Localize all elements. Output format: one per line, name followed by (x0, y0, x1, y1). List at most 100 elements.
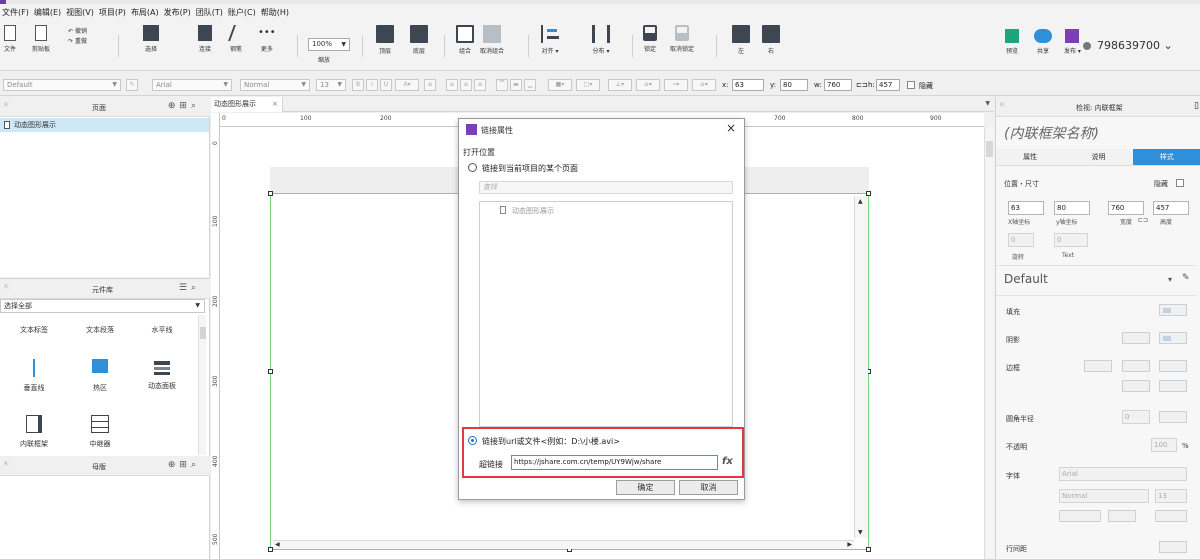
undo-button[interactable]: ↶ 撤销 (68, 27, 87, 37)
align-center-text-button[interactable]: ≡ (460, 79, 472, 91)
collapse-icon[interactable]: ⇱ (4, 284, 9, 291)
scroll-left-icon[interactable]: ◀ (275, 541, 280, 548)
scroll-up-icon[interactable]: ▲ (858, 198, 863, 205)
collapse-icon[interactable]: ⇱ (4, 461, 9, 468)
hidden-checkbox[interactable] (907, 81, 915, 89)
font-family-select[interactable]: Arial ▼ (152, 79, 232, 91)
library-scrollbar[interactable] (198, 315, 206, 455)
more-tools[interactable]: ••• 更多 (258, 25, 276, 53)
text-highlight-button[interactable] (1155, 510, 1187, 522)
cancel-button[interactable]: 取消 (679, 480, 738, 495)
style-select[interactable]: Default ▼ (3, 79, 121, 91)
fill-color-button[interactable] (1159, 304, 1187, 316)
edit-style-icon[interactable]: ✎ (1182, 273, 1190, 283)
w-input[interactable]: 760 (824, 79, 852, 91)
search-icon[interactable]: ⌕ (191, 283, 200, 293)
font-family-select[interactable]: Arial (1059, 467, 1187, 481)
align-right-page-button[interactable]: 右 (762, 25, 780, 55)
resize-handle[interactable] (268, 369, 273, 374)
canvas-scrollbar[interactable] (984, 127, 994, 559)
menu-project[interactable]: 项目(P) (99, 7, 126, 18)
menu-edit[interactable]: 编辑(E) (34, 7, 61, 18)
collapse-icon[interactable]: ⇱ (4, 102, 9, 109)
menu-icon[interactable]: ☰ (179, 283, 191, 293)
ok-button[interactable]: 确定 (616, 480, 675, 495)
unlock-button[interactable]: 取消锁定 (670, 25, 694, 53)
add-master-icon[interactable]: ⊕ (168, 460, 180, 470)
font-weight-select[interactable]: Normal (1059, 489, 1149, 503)
align-button[interactable]: 对齐 ▾ (541, 25, 559, 55)
widget-hotspot[interactable]: 热区 (70, 359, 130, 393)
lock-ratio-icon[interactable]: ⊏⊐ (856, 81, 868, 89)
resize-handle[interactable] (268, 191, 273, 196)
outer-shadow-button[interactable] (1122, 332, 1150, 344)
align-right-text-button[interactable]: ≡ (474, 79, 486, 91)
corner-style-button[interactable] (1159, 411, 1187, 423)
arrow-style-button[interactable]: ≡▾ (692, 79, 716, 91)
fx-button[interactable]: fx (722, 456, 733, 467)
widget-vertical-line[interactable]: 垂直线 (4, 359, 64, 393)
widget-horizontal-line[interactable]: 水平线 (132, 325, 192, 335)
bold-button[interactable]: B (352, 79, 364, 91)
valign-middle-button[interactable]: ▬ (510, 79, 522, 91)
valign-bottom-button[interactable]: ▁ (524, 79, 536, 91)
page-search-input[interactable]: 查找 (479, 181, 733, 194)
clipboard-button[interactable]: 剪贴板 (32, 25, 50, 53)
border-sides-button[interactable] (1122, 380, 1150, 392)
menu-help[interactable]: 帮助(H) (261, 7, 289, 18)
widget-dynamic-panel[interactable]: 动态面板 (132, 359, 192, 391)
format-painter-icon[interactable]: ✎ (126, 79, 138, 91)
x-input[interactable]: 63 (1008, 201, 1044, 215)
rotation-input[interactable]: 0 (1008, 233, 1034, 247)
corner-radius-input[interactable]: 0 (1122, 410, 1150, 424)
menu-file[interactable]: 文件(F) (2, 7, 29, 18)
h-input[interactable]: 457 (876, 79, 900, 91)
align-left-page-button[interactable]: 左 (732, 25, 750, 55)
font-weight-select[interactable]: Normal ▼ (240, 79, 310, 91)
bullet-button[interactable]: ≡ (424, 79, 436, 91)
line-color-button[interactable]: ∠▾ (608, 79, 632, 91)
menu-publish[interactable]: 发布(P) (164, 7, 191, 18)
preview-button[interactable]: 预览 (1005, 29, 1019, 55)
tab-dynamic-graphics[interactable]: 动态图形展示 × (211, 97, 283, 112)
lock-ratio-icon[interactable]: ⊏⊐ (1138, 217, 1148, 224)
arrow-style-button[interactable] (1159, 380, 1187, 392)
user-account[interactable]: 798639700 ⌄ (1083, 39, 1173, 52)
scrollbar-thumb[interactable] (986, 141, 993, 157)
hidden-checkbox[interactable] (1176, 179, 1184, 187)
add-page-icon[interactable]: ⊕ (168, 101, 180, 111)
valign-top-button[interactable]: ▔ (496, 79, 508, 91)
border-width-button[interactable] (1084, 360, 1112, 372)
h-input[interactable]: 457 (1153, 201, 1189, 215)
chevron-down-icon[interactable]: ▼ (985, 100, 990, 107)
library-select[interactable]: 选择全部 ▼ (0, 299, 205, 313)
tab-style[interactable]: 样式 (1132, 149, 1200, 165)
font-color-button[interactable] (1108, 510, 1136, 522)
text-color-button[interactable]: A▾ (395, 79, 419, 91)
x-input[interactable]: 63 (732, 79, 764, 91)
hyperlink-input[interactable]: https://jshare.com.cn/temp/UY9Wjw/share (511, 455, 718, 470)
file-button[interactable]: 文件 (4, 25, 16, 53)
select-tool[interactable]: 选择 (143, 25, 159, 53)
share-button[interactable]: 共享 (1034, 29, 1052, 55)
menu-layout[interactable]: 布局(A) (131, 7, 159, 18)
zoom-select[interactable]: 100% ▼ (308, 38, 350, 51)
align-left-text-button[interactable]: ≡ (446, 79, 458, 91)
w-input[interactable]: 760 (1108, 201, 1144, 215)
y-input[interactable]: 80 (1054, 201, 1090, 215)
line-spacing-select[interactable] (1159, 541, 1187, 553)
widget-repeater[interactable]: 中继器 (70, 415, 130, 449)
border-color-button[interactable] (1122, 360, 1150, 372)
menu-team[interactable]: 团队(T) (196, 7, 223, 18)
send-to-back-button[interactable]: 底层 (410, 25, 428, 55)
group-button[interactable]: 组合 (456, 25, 474, 55)
connect-tool[interactable]: 连接 (198, 25, 212, 53)
publish-button[interactable]: 发布 ▾ (1064, 29, 1081, 55)
search-icon[interactable]: ⌕ (191, 460, 200, 470)
scroll-right-icon[interactable]: ▶ (847, 541, 852, 548)
page-item[interactable]: 动态图形展示 (0, 118, 209, 132)
add-folder-icon[interactable]: ⊞ (179, 460, 191, 470)
font-size-select[interactable]: 13 ▼ (316, 79, 346, 91)
line-width-button[interactable]: ≡▾ (636, 79, 660, 91)
collapse-icon[interactable]: ⇱ (1000, 102, 1005, 109)
